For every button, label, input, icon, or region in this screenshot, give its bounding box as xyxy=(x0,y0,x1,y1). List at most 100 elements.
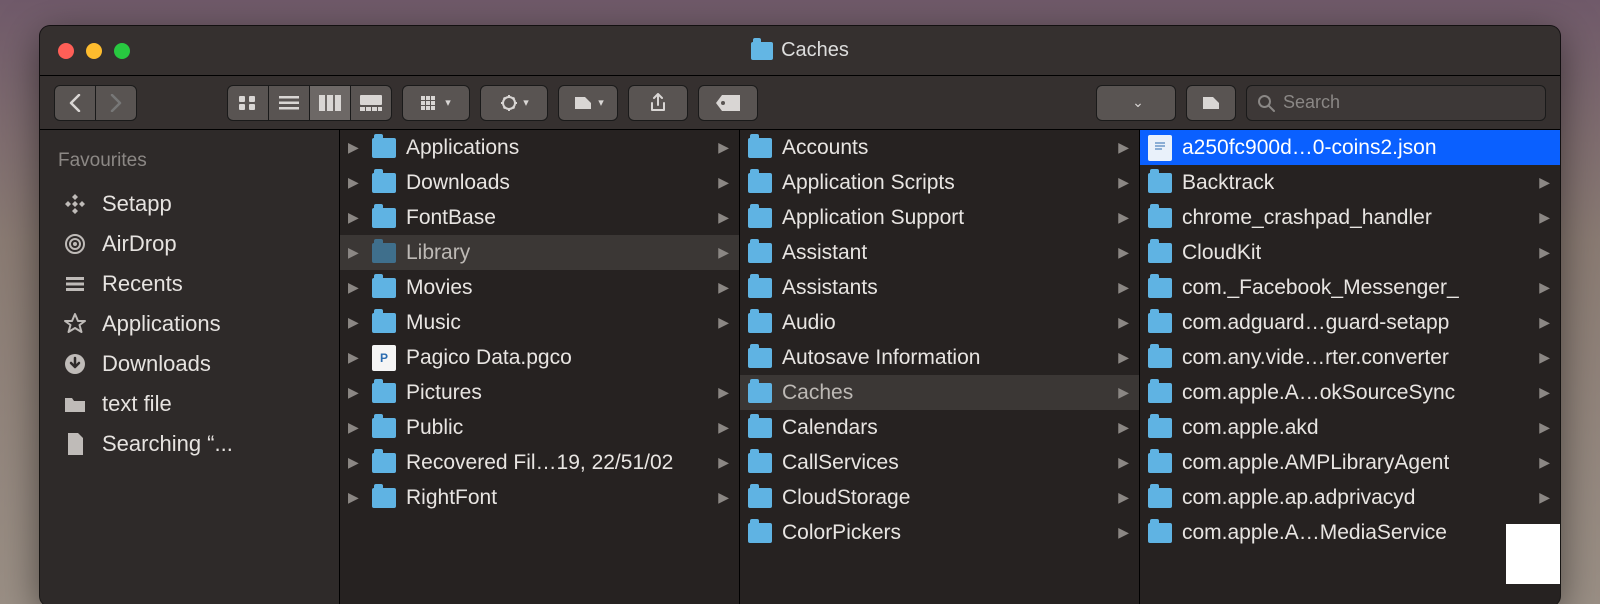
file-row[interactable]: ▶PPagico Data.pgco▶ xyxy=(340,340,739,375)
icon-view-button[interactable] xyxy=(227,85,269,121)
search-field[interactable] xyxy=(1246,85,1546,121)
folder-row[interactable]: ▶Backtrack▶ xyxy=(1140,165,1560,200)
sidebar-item-applications[interactable]: Applications xyxy=(40,304,339,344)
disclosure-left-icon: ▶ xyxy=(348,419,362,436)
group-by-button[interactable]: ▾ xyxy=(402,85,470,121)
folder-row[interactable]: ▶Accounts▶ xyxy=(740,130,1139,165)
folder-row[interactable]: ▶Application Support▶ xyxy=(740,200,1139,235)
folder-icon xyxy=(1148,173,1172,193)
sidebar: Favourites SetappAirDropRecentsApplicati… xyxy=(40,130,340,604)
sidebar-item-downloads[interactable]: Downloads xyxy=(40,344,339,384)
folder-row[interactable]: ▶CloudStorage▶ xyxy=(740,480,1139,515)
folder-row[interactable]: ▶Pictures▶ xyxy=(340,375,739,410)
folder-row[interactable]: ▶com.apple.AMPLibraryAgent▶ xyxy=(1140,445,1560,480)
folder-icon xyxy=(1148,313,1172,333)
disclosure-right-icon: ▶ xyxy=(718,174,729,191)
column-view-button[interactable] xyxy=(309,85,351,121)
disclosure-left-icon: ▶ xyxy=(348,349,362,366)
folder-row[interactable]: ▶com.apple.ap.adprivacyd▶ xyxy=(1140,480,1560,515)
folder-row[interactable]: ▶com.adguard…guard-setapp▶ xyxy=(1140,305,1560,340)
item-name: FontBase xyxy=(406,206,496,230)
folder-row[interactable]: ▶com.any.vide…rter.converter▶ xyxy=(1140,340,1560,375)
sidebar-item-recents[interactable]: Recents xyxy=(40,264,339,304)
folder-row[interactable]: ▶Application Scripts▶ xyxy=(740,165,1139,200)
disclosure-right-icon: ▶ xyxy=(1539,174,1550,191)
dropbox-button[interactable]: ▾ xyxy=(558,85,618,121)
folder-row[interactable]: ▶Library▶ xyxy=(340,235,739,270)
folder-row[interactable]: ▶com.apple.A…okSourceSync▶ xyxy=(1140,375,1560,410)
folder-row[interactable]: ▶Applications▶ xyxy=(340,130,739,165)
folder-row[interactable]: ▶Downloads▶ xyxy=(340,165,739,200)
disclosure-right-icon: ▶ xyxy=(1539,489,1550,506)
folder-row[interactable]: ▶com._Facebook_Messenger_▶ xyxy=(1140,270,1560,305)
unknown-overlay xyxy=(1506,524,1560,584)
column-0[interactable]: ▶Applications▶▶Downloads▶▶FontBase▶▶Libr… xyxy=(340,130,740,604)
folder-row[interactable]: ▶Music▶ xyxy=(340,305,739,340)
folder-row[interactable]: ▶FontBase▶ xyxy=(340,200,739,235)
folder-row[interactable]: ▶CallServices▶ xyxy=(740,445,1139,480)
toolbar: ▾ ▾ ▾ ⌄ xyxy=(40,76,1560,130)
folder-icon xyxy=(1148,208,1172,228)
folder-row[interactable]: ▶com.apple.A…MediaService▶ xyxy=(1140,515,1560,550)
share-button[interactable] xyxy=(628,85,688,121)
folder-icon xyxy=(372,138,396,158)
disclosure-right-icon: ▶ xyxy=(1539,419,1550,436)
tags-button[interactable] xyxy=(698,85,758,121)
folder-row[interactable]: ▶Audio▶ xyxy=(740,305,1139,340)
airdrop-icon xyxy=(62,231,88,257)
gallery-view-button[interactable] xyxy=(350,85,392,121)
zoom-window-button[interactable] xyxy=(114,43,130,59)
sidebar-item-label: Searching “... xyxy=(102,431,233,457)
folder-row[interactable]: ▶chrome_crashpad_handler▶ xyxy=(1140,200,1560,235)
item-name: Autosave Information xyxy=(782,346,980,370)
folder-icon xyxy=(1148,523,1172,543)
preview-toggle-button[interactable] xyxy=(1186,85,1236,121)
window-controls xyxy=(40,43,130,59)
folder-row[interactable]: ▶Public▶ xyxy=(340,410,739,445)
column-2[interactable]: ▶a250fc900d…0-coins2.json▶ ▶ Backtrack ▶ ▶ch… xyxy=(1140,130,1560,604)
disclosure-right-icon: ▶ xyxy=(1539,349,1550,366)
path-dropdown-button[interactable]: ⌄ xyxy=(1096,85,1176,121)
folder-row[interactable]: ▶CloudKit▶ xyxy=(1140,235,1560,270)
folder-row[interactable]: ▶Caches▶ xyxy=(740,375,1139,410)
folder-icon xyxy=(748,138,772,158)
column-1[interactable]: ▶Accounts▶▶Application Scripts▶▶Applicat… xyxy=(740,130,1140,604)
folder-row[interactable]: ▶Recovered Fil…19, 22/51/02▶ xyxy=(340,445,739,480)
item-name: com.apple.A…okSourceSync xyxy=(1182,381,1455,405)
folder-icon xyxy=(1148,488,1172,508)
close-window-button[interactable] xyxy=(58,43,74,59)
folder-row[interactable]: ▶com.apple.akd▶ xyxy=(1140,410,1560,445)
folder-row[interactable]: ▶Assistants▶ xyxy=(740,270,1139,305)
folder-row[interactable]: ▶Calendars▶ xyxy=(740,410,1139,445)
json-file-icon xyxy=(1148,135,1172,161)
download-icon xyxy=(62,351,88,377)
minimize-window-button[interactable] xyxy=(86,43,102,59)
window-title-text: Caches xyxy=(781,39,849,62)
search-icon xyxy=(1257,94,1275,112)
item-name: Application Scripts xyxy=(782,171,955,195)
forward-button[interactable] xyxy=(95,85,137,121)
folder-row[interactable]: ▶Movies▶ xyxy=(340,270,739,305)
item-name: Backtrack xyxy=(1182,171,1274,195)
folder-icon xyxy=(748,243,772,263)
sidebar-item-setapp[interactable]: Setapp xyxy=(40,184,339,224)
sidebar-item-label: Recents xyxy=(102,271,183,297)
file-row[interactable]: ▶a250fc900d…0-coins2.json▶ xyxy=(1140,130,1560,165)
folder-icon xyxy=(1148,348,1172,368)
item-name: CloudStorage xyxy=(782,486,910,510)
folder-row[interactable]: ▶ColorPickers▶ xyxy=(740,515,1139,550)
folder-row[interactable]: ▶Autosave Information▶ xyxy=(740,340,1139,375)
disclosure-left-icon: ▶ xyxy=(348,279,362,296)
item-name: Applications xyxy=(406,136,519,160)
list-view-button[interactable] xyxy=(268,85,310,121)
sidebar-item-text-file[interactable]: text file xyxy=(40,384,339,424)
item-name: com.apple.akd xyxy=(1182,416,1319,440)
back-button[interactable] xyxy=(54,85,96,121)
disclosure-right-icon: ▶ xyxy=(718,384,729,401)
sidebar-item-searching-[interactable]: Searching “... xyxy=(40,424,339,464)
folder-row[interactable]: ▶RightFont▶ xyxy=(340,480,739,515)
search-input[interactable] xyxy=(1283,92,1535,113)
action-menu-button[interactable]: ▾ xyxy=(480,85,548,121)
sidebar-item-airdrop[interactable]: AirDrop xyxy=(40,224,339,264)
folder-row[interactable]: ▶Assistant▶ xyxy=(740,235,1139,270)
